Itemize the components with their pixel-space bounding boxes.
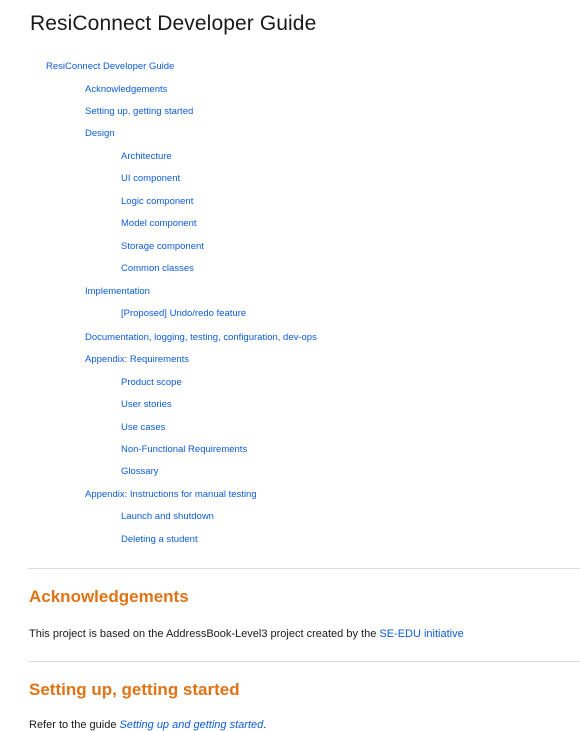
toc-link-glossary[interactable]: Glossary xyxy=(121,466,158,478)
toc-link-implementation[interactable]: Implementation xyxy=(85,286,150,298)
setting-up-text-suffix: . xyxy=(263,719,267,731)
toc-link-appendix-manual-testing[interactable]: Appendix: Instructions for manual testin… xyxy=(85,489,257,501)
setting-up-heading: Setting up, getting started xyxy=(29,680,240,699)
toc-link-user-stories[interactable]: User stories xyxy=(121,399,172,411)
page-title: ResiConnect Developer Guide xyxy=(30,12,317,35)
acknowledgements-text: This project is based on the AddressBook… xyxy=(29,628,464,640)
setting-up-text-prefix: Refer to the guide xyxy=(29,719,120,731)
toc-link-documentation[interactable]: Documentation, logging, testing, configu… xyxy=(85,332,317,344)
toc-link-appendix-requirements[interactable]: Appendix: Requirements xyxy=(85,354,189,366)
setting-up-guide-link[interactable]: Setting up and getting started xyxy=(120,719,264,731)
section-divider xyxy=(28,568,580,569)
toc-link-acknowledgements[interactable]: Acknowledgements xyxy=(85,84,167,96)
toc-link-launch-shutdown[interactable]: Launch and shutdown xyxy=(121,511,214,523)
se-edu-link[interactable]: SE-EDU initiative xyxy=(379,628,463,640)
toc-link-deleting-student[interactable]: Deleting a student xyxy=(121,534,198,546)
toc-link-common-classes[interactable]: Common classes xyxy=(121,263,194,275)
acknowledgements-text-prefix: This project is based on the AddressBook… xyxy=(29,628,380,640)
toc-link-product-scope[interactable]: Product scope xyxy=(121,377,182,389)
toc-link-design[interactable]: Design xyxy=(85,128,115,140)
setting-up-text: Refer to the guide Setting up and gettin… xyxy=(29,719,266,731)
toc-link-model-component[interactable]: Model component xyxy=(121,218,197,230)
toc-link-root[interactable]: ResiConnect Developer Guide xyxy=(46,61,174,73)
toc-link-logic-component[interactable]: Logic component xyxy=(121,196,193,208)
toc-link-use-cases[interactable]: Use cases xyxy=(121,422,165,434)
toc-link-undo-redo[interactable]: [Proposed] Undo/redo feature xyxy=(121,308,246,320)
section-divider xyxy=(28,661,580,662)
toc-link-storage-component[interactable]: Storage component xyxy=(121,241,204,253)
toc-link-nfr[interactable]: Non-Functional Requirements xyxy=(121,444,247,456)
toc-link-architecture[interactable]: Architecture xyxy=(121,151,172,163)
toc-link-setting-up[interactable]: Setting up, getting started xyxy=(85,106,193,118)
toc-link-ui-component[interactable]: UI component xyxy=(121,173,180,185)
acknowledgements-heading: Acknowledgements xyxy=(29,587,189,606)
developer-guide-page: ResiConnect Developer Guide ResiConnect … xyxy=(0,0,580,731)
